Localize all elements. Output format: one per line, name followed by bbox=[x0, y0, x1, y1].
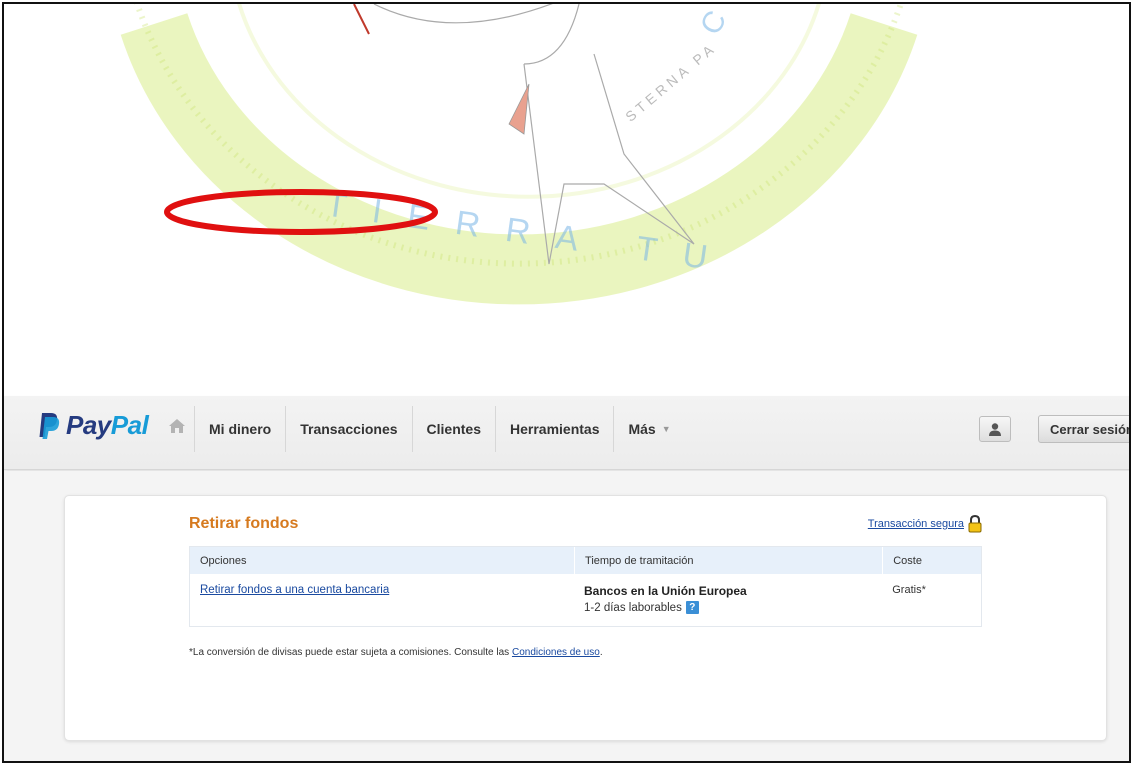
profile-button[interactable] bbox=[979, 416, 1011, 442]
processing-days: 1-2 días laborables bbox=[584, 601, 682, 614]
nav-herramientas[interactable]: Herramientas bbox=[494, 406, 614, 452]
caret-down-icon: ▼ bbox=[661, 424, 671, 434]
withdraw-to-bank-link[interactable]: Retirar fondos a una cuenta bancaria bbox=[200, 584, 389, 596]
header-coste: Coste bbox=[882, 547, 981, 574]
nav-mi-dinero[interactable]: Mi dinero bbox=[194, 406, 285, 452]
header-opciones: Opciones bbox=[200, 554, 247, 567]
user-icon bbox=[989, 423, 1001, 436]
terms-link[interactable]: Condiciones de uso bbox=[512, 647, 600, 658]
nav-clientes[interactable]: Clientes bbox=[411, 406, 495, 452]
page-title: Retirar fondos bbox=[189, 515, 299, 532]
bank-region: Bancos en la Unión Europea bbox=[584, 584, 747, 598]
currency-footnote: *La conversión de divisas puede estar su… bbox=[189, 647, 603, 658]
main-nav: Mi dinero Transacciones Clientes Herrami… bbox=[194, 406, 685, 452]
home-icon[interactable] bbox=[168, 418, 186, 434]
red-annotation-oval bbox=[164, 189, 438, 235]
secure-transaction-link[interactable]: Transacción segura bbox=[868, 518, 964, 530]
logout-button[interactable]: Cerrar sesión bbox=[1038, 415, 1129, 443]
secure-transaction: Transacción segura bbox=[868, 515, 982, 533]
nav-transacciones[interactable]: Transacciones bbox=[285, 406, 411, 452]
cost-value: Gratis* bbox=[892, 584, 926, 596]
paypal-wordmark: PayPal bbox=[66, 409, 149, 440]
paypal-logo[interactable]: PayPal bbox=[38, 409, 149, 440]
nav-mas[interactable]: Más ▼ bbox=[613, 406, 684, 452]
header-tiempo: Tiempo de tramitación bbox=[574, 547, 882, 574]
withdraw-card: Retirar fondos Transacción segura Opcion… bbox=[64, 495, 1107, 741]
paypal-navbar: PayPal Mi dinero Transacciones Clientes … bbox=[4, 396, 1129, 470]
screenshot-frame: STERNA PA TIERRA TU COMPARTE PayPal Mi d… bbox=[2, 2, 1131, 763]
paypal-p-icon bbox=[39, 413, 60, 439]
table-header: Opciones Tiempo de tramitación Coste bbox=[190, 547, 981, 574]
lock-icon bbox=[968, 515, 982, 533]
options-table: Opciones Tiempo de tramitación Coste Ret… bbox=[189, 546, 982, 627]
table-row: Retirar fondos a una cuenta bancaria Ban… bbox=[190, 574, 981, 626]
help-icon[interactable]: ? bbox=[685, 601, 699, 614]
